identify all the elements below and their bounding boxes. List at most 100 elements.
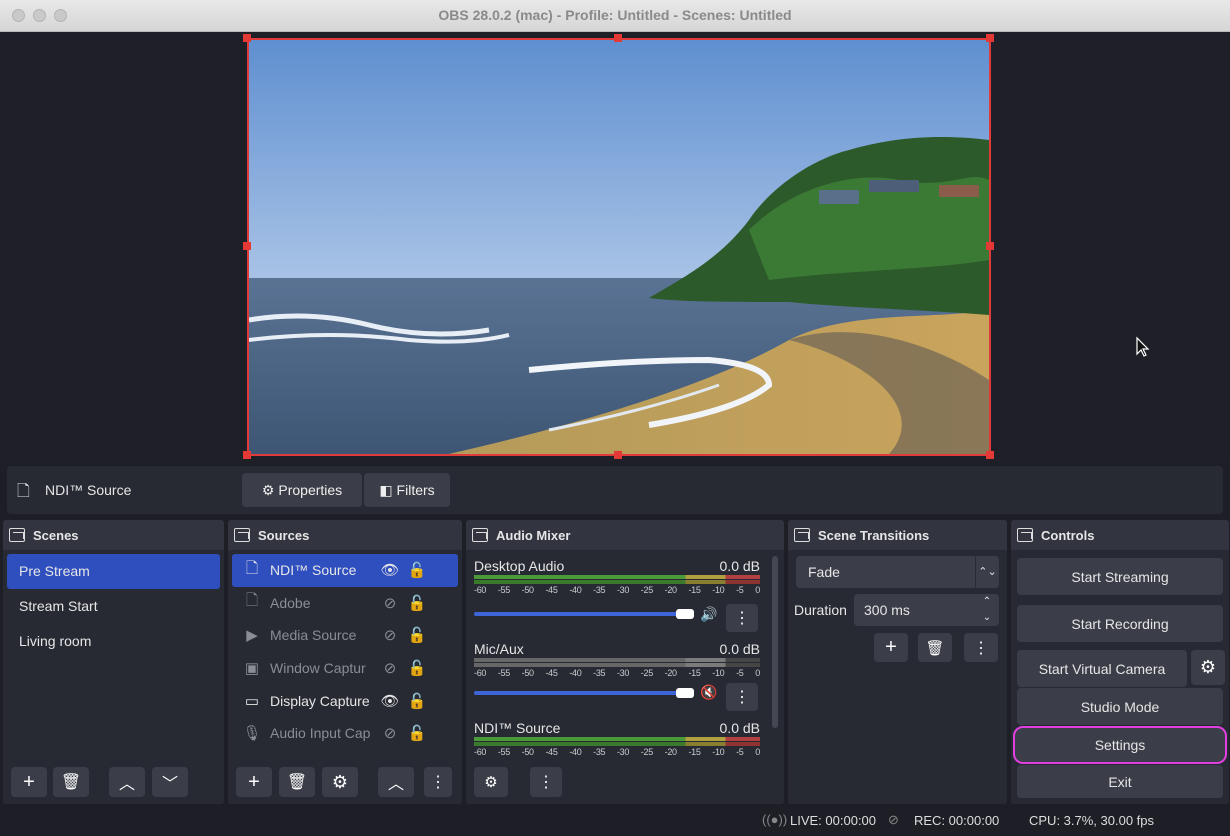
remove-transition-button[interactable]: 🗑 [918,633,952,662]
resize-handle[interactable] [614,34,622,42]
zoom-window-button[interactable] [54,9,67,22]
dock-window-icon[interactable] [9,528,25,542]
source-toolbar: 🗋 NDI™ Source ⚙ Properties ◧ Filters [7,466,1223,514]
audio-mixer-header: Audio Mixer [466,520,784,550]
settings-button[interactable]: Settings [1013,726,1227,764]
source-item[interactable]: ▶ Media Source ⊘ 🔓 [232,619,458,652]
move-source-up-button[interactable]: ︿ [378,767,414,797]
scene-item[interactable]: Stream Start [7,589,220,624]
minimize-window-button[interactable] [33,9,46,22]
duration-spinbox[interactable]: 300 ms ⌃ ⌄ [854,594,999,626]
add-scene-button[interactable]: + [11,767,47,797]
source-item[interactable]: ▭ Display Capture 👁 🔓 [232,684,458,717]
speaker-icon[interactable]: 🔊 [700,606,717,623]
channel-name: Desktop Audio [474,558,565,574]
remove-source-button[interactable]: 🗑 [279,767,315,797]
resize-handle[interactable] [986,242,994,250]
remove-scene-button[interactable]: 🗑 [53,767,89,797]
move-scene-down-button[interactable]: ﹀ [152,767,188,797]
source-menu-button[interactable]: ⋮ [424,767,452,797]
transition-menu-button[interactable]: ⋮ [964,633,998,662]
exit-button[interactable]: Exit [1017,765,1223,798]
resize-handle[interactable] [986,451,994,459]
source-item[interactable]: 🎙 Audio Input Cap ⊘ 🔓 [232,717,458,750]
lock-icon[interactable]: 🔓 [404,626,430,644]
stepper-icon[interactable]: ⌃ ⌄ [979,594,995,626]
lock-icon[interactable]: 🔓 [404,659,430,677]
virtual-camera-settings-button[interactable]: ⚙ [1191,650,1225,685]
properties-button[interactable]: ⚙ Properties [242,473,362,507]
close-window-button[interactable] [12,9,25,22]
preview-canvas[interactable] [247,38,991,456]
source-item[interactable]: ▣ Window Captur ⊘ 🔓 [232,652,458,685]
studio-mode-button[interactable]: Studio Mode [1017,688,1223,725]
volume-slider-handle[interactable] [676,609,694,619]
eye-icon[interactable]: 👁 [376,561,404,579]
gears-icon: ⚙ [484,774,498,791]
scene-item[interactable]: Pre Stream [7,554,220,589]
scenes-header: Scenes [3,520,224,550]
add-source-button[interactable]: + [236,767,272,797]
sources-list: 🗋 NDI™ Source 👁 🔓 🗋 Adobe ⊘ 🔓 ▶ Media So… [232,554,458,750]
lock-icon[interactable]: 🔓 [404,692,430,710]
selected-source-label: NDI™ Source [45,482,132,498]
record-icon: ⊘ [888,812,899,827]
dock-window-icon[interactable] [472,528,488,542]
source-item[interactable]: 🗋 NDI™ Source 👁 🔓 [232,554,458,587]
channel-level: 0.0 dB [719,558,760,574]
mixer-menu-button[interactable]: ⋮ [530,767,562,797]
eye-hidden-icon[interactable]: ⊘ [376,594,404,612]
dock-window-icon[interactable] [234,528,250,542]
resize-handle[interactable] [614,451,622,459]
lock-icon[interactable]: 🔓 [404,724,430,742]
dock-window-icon[interactable] [1017,528,1033,542]
chevron-up-icon: ︿ [387,776,404,793]
file-icon: 🗋 [245,559,259,577]
channel-menu-button[interactable]: ⋮ [726,604,758,632]
dock-window-icon[interactable] [794,528,810,542]
audio-channel: NDI™ Source 0.0 dB -60 -55 -50 -45 -40 -35 -30… [474,720,760,757]
microphone-icon: 🎙 [242,725,262,743]
eye-hidden-icon[interactable]: ⊘ [376,724,404,742]
resize-handle[interactable] [243,451,251,459]
volume-meter [474,580,760,584]
broadcast-icon: ((●)) [762,812,788,827]
channel-level: 0.0 dB [719,720,760,736]
start-streaming-button[interactable]: Start Streaming [1017,558,1223,595]
resize-handle[interactable] [986,34,994,42]
eye-hidden-icon[interactable]: ⊘ [376,626,404,644]
eye-hidden-icon[interactable]: ⊘ [376,659,404,677]
start-recording-button[interactable]: Start Recording [1017,605,1223,642]
live-time: LIVE: 00:00:00 [790,813,877,828]
move-scene-up-button[interactable]: ︿ [109,767,145,797]
start-virtual-camera-button[interactable]: Start Virtual Camera [1017,650,1187,687]
volume-meter [474,737,760,741]
filters-button[interactable]: ◧ Filters [364,473,450,507]
monitor-icon: ▭ [244,692,260,710]
lock-icon[interactable]: 🔓 [404,561,430,579]
meter-ticks: -60 -55 -50 -45 -40 -35 -30 -25 -20 -15 -10 -5 0 [474,585,760,595]
mixer-scrollbar[interactable] [772,556,778,728]
scene-transitions-dock: Scene Transitions Fade ⌃⌄ Duration 300 m… [788,520,1007,804]
volume-slider[interactable] [474,612,686,616]
lock-icon[interactable]: 🔓 [404,594,430,612]
gear-icon: ⚙ [261,481,275,498]
advanced-audio-properties-button[interactable]: ⚙ [474,767,508,797]
add-transition-button[interactable]: + [874,633,908,662]
eye-icon[interactable]: 👁 [376,692,404,710]
source-properties-button[interactable]: ⚙ [322,767,358,797]
resize-handle[interactable] [243,242,251,250]
channel-menu-button[interactable]: ⋮ [726,683,758,711]
volume-slider-handle[interactable] [676,688,694,698]
resize-handle[interactable] [243,34,251,42]
speaker-muted-icon[interactable]: 🔇 [700,684,717,701]
audio-mixer-dock: Audio Mixer Desktop Audio 0.0 dB -60 -55-… [466,520,784,804]
transition-select[interactable]: Fade ⌃⌄ [796,556,999,588]
scene-item[interactable]: Living room [7,624,220,659]
source-item[interactable]: 🗋 Adobe ⊘ 🔓 [232,587,458,620]
volume-slider[interactable] [474,691,686,695]
preview-area[interactable] [2,32,1228,462]
scene-transitions-header: Scene Transitions [788,520,1007,550]
gear-icon: ⚙ [1199,657,1217,677]
more-vertical-icon: ⋮ [734,610,750,627]
